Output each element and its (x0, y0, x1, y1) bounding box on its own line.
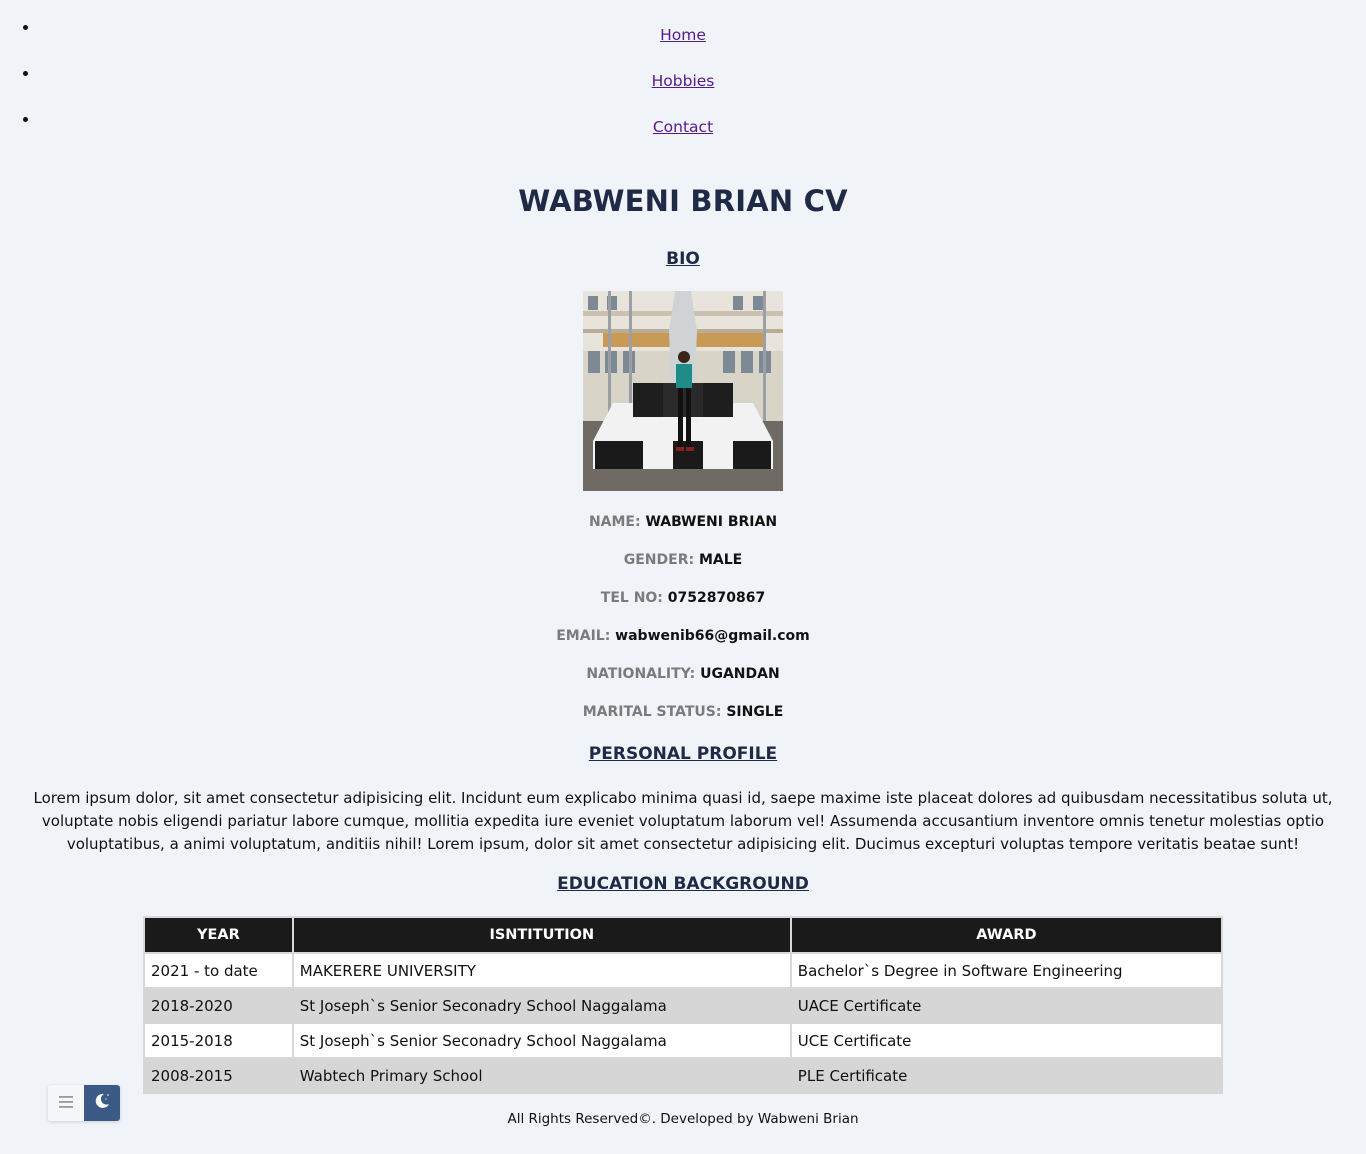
column-header-year: YEAR (143, 916, 294, 954)
cell-year: 2021 - to date (143, 952, 294, 989)
bio-heading: BIO (666, 249, 700, 269)
bio-field-marital-status: MARITAL STATUS: SINGLE (0, 704, 1366, 720)
nav-item-hobbies: Hobbies (40, 64, 1366, 110)
page-title: WABWENI BRIAN CV (518, 184, 848, 218)
profile-text: Lorem ipsum dolor, sit amet consectetur … (33, 789, 1333, 853)
table-row: 2008-2015 Wabtech Primary School PLE Cer… (143, 1057, 1224, 1094)
nav-item-contact: Contact (40, 110, 1366, 156)
bio-field-label: TEL NO: (600, 590, 663, 606)
education-table: YEAR ISNTITUTION AWARD 2021 - to date MA… (143, 916, 1224, 1094)
moon-icon (91, 1090, 113, 1116)
cell-year: 2015-2018 (143, 1022, 294, 1059)
table-row: 2018-2020 St Joseph`s Senior Seconadry S… (143, 987, 1224, 1024)
bio-field-label: MARITAL STATUS: (582, 704, 722, 720)
cell-award: UACE Certificate (789, 987, 1224, 1024)
profile-heading: PERSONAL PROFILE (588, 744, 778, 764)
menu-button[interactable] (48, 1085, 84, 1121)
table-header-row: YEAR ISNTITUTION AWARD (143, 916, 1224, 954)
theme-toggle-widget (48, 1085, 120, 1121)
table-row: 2021 - to date MAKERERE UNIVERSITY Bache… (143, 952, 1224, 989)
cell-award: Bachelor`s Degree in Software Engineerin… (789, 952, 1224, 989)
bio-field-nationality: NATIONALITY: UGANDAN (0, 666, 1366, 682)
nav-link-contact[interactable]: Contact (40, 110, 1326, 144)
bio-field-label: EMAIL: (556, 628, 611, 644)
cell-year: 2018-2020 (143, 987, 294, 1024)
nav-link-hobbies[interactable]: Hobbies (40, 64, 1326, 98)
cell-institution: St Joseph`s Senior Seconadry School Nagg… (291, 1022, 792, 1059)
cell-institution: Wabtech Primary School (291, 1057, 792, 1094)
bio-field-tel: TEL NO: 0752870867 (0, 590, 1366, 606)
cell-institution: St Joseph`s Senior Seconadry School Nagg… (291, 987, 792, 1024)
nav-link-home[interactable]: Home (40, 18, 1326, 52)
bio-field-value: WABWENI BRIAN (645, 514, 778, 530)
dark-mode-toggle[interactable] (84, 1085, 120, 1121)
bio-field-gender: GENDER: MALE (0, 552, 1366, 568)
main-nav: Home Hobbies Contact (0, 18, 1366, 156)
nav-item-home: Home (40, 18, 1366, 64)
education-heading: EDUCATION BACKGROUND (557, 874, 809, 894)
cell-award: UCE Certificate (789, 1022, 1224, 1059)
bio-field-label: GENDER: (623, 552, 695, 568)
bio-field-value: wabwenib66@gmail.com (615, 628, 810, 644)
hamburger-icon (58, 1094, 74, 1113)
cell-award: PLE Certificate (789, 1057, 1224, 1094)
profile-photo (583, 291, 783, 491)
bio-field-value: SINGLE (726, 704, 784, 720)
cell-year: 2008-2015 (143, 1057, 294, 1094)
footer-text: All Rights Reserved©. Developed by Wabwe… (507, 1111, 859, 1127)
bio-field-label: NAME: (588, 514, 641, 530)
page: Home Hobbies Contact WABWENI BRIAN CV BI… (0, 0, 1366, 1154)
table-row: 2015-2018 St Joseph`s Senior Seconadry S… (143, 1022, 1224, 1059)
cell-institution: MAKERERE UNIVERSITY (291, 952, 792, 989)
bio-field-name: NAME: WABWENI BRIAN (0, 514, 1366, 530)
column-header-award: AWARD (789, 916, 1224, 954)
bio-field-label: NATIONALITY: (586, 666, 696, 682)
bio-field-email: EMAIL: wabwenib66@gmail.com (0, 628, 1366, 644)
bio-field-value: 0752870867 (667, 590, 766, 606)
bio-field-value: MALE (698, 552, 743, 568)
bio-field-value: UGANDAN (700, 666, 780, 682)
column-header-institution: ISNTITUTION (291, 916, 792, 954)
